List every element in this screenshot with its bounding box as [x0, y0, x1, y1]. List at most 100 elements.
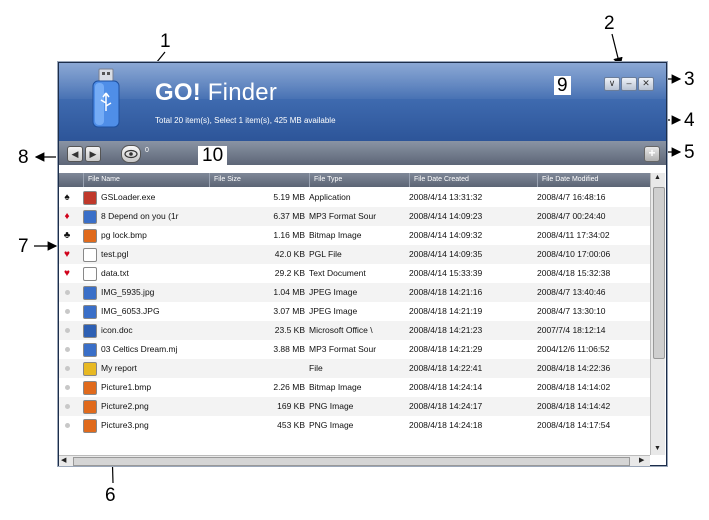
row-mark-icon[interactable] — [61, 359, 73, 378]
file-type-icon — [83, 267, 97, 281]
file-size: 29.2 KB — [274, 268, 305, 278]
dropdown-button[interactable]: ∨ — [604, 77, 620, 91]
row-mark-icon[interactable] — [61, 283, 73, 302]
callout-5: 5 — [684, 142, 695, 163]
file-date-created: 2008/4/18 14:24:17 — [409, 401, 483, 411]
column-header-file-name[interactable]: File Name — [83, 173, 209, 187]
file-size — [209, 359, 305, 378]
header-banner: GO! Finder Total 20 item(s), Select 1 it… — [59, 63, 666, 141]
file-date-modified: 2008/4/10 17:00:06 — [537, 249, 611, 259]
column-header-file-type[interactable]: File Type — [309, 173, 409, 187]
row-mark-icon[interactable] — [61, 378, 73, 397]
file-name: GSLoader.exe — [101, 192, 156, 202]
row-mark-icon[interactable]: ♥ — [61, 245, 73, 264]
file-size: 3.07 MB — [273, 306, 305, 316]
callout-1: 1 — [160, 31, 171, 52]
file-type-icon — [83, 286, 97, 300]
file-type-icon — [83, 381, 97, 395]
file-type-icon — [83, 210, 97, 224]
file-date-created: 2008/4/18 14:21:16 — [409, 287, 483, 297]
column-header-file-size[interactable]: File Size — [209, 173, 309, 187]
file-date-created: 2008/4/18 14:21:29 — [409, 344, 483, 354]
table-row[interactable]: ♣ pg lock.bmp 1.16 MB Bitmap Image 2008/4/14… — [59, 226, 650, 245]
file-type-icon — [83, 362, 97, 376]
column-header-date-created[interactable]: File Date Created — [409, 173, 537, 187]
table-row[interactable]: My report File 2008/4/18 14:22:41 2008/4/18… — [59, 359, 650, 378]
file-name: 03 Celtics Dream.mj — [101, 344, 178, 354]
file-type: Bitmap Image — [309, 230, 362, 240]
toolbar: ◀ ▶ 0 + — [59, 141, 666, 165]
horizontal-scrollbar[interactable]: ◀ ▶ — [59, 455, 650, 466]
row-mark-icon[interactable] — [61, 340, 73, 359]
view-eye-button[interactable] — [121, 145, 141, 163]
file-date-created: 2008/4/18 14:22:41 — [409, 363, 483, 373]
file-date-modified: 2008/4/7 00:24:40 — [537, 211, 606, 221]
file-size: 169 KB — [277, 401, 305, 411]
app-title: GO! Finder — [155, 79, 278, 106]
file-name: pg lock.bmp — [101, 230, 147, 240]
vertical-scrollbar[interactable]: ▲ ▼ — [650, 173, 665, 455]
scroll-right-icon[interactable]: ▶ — [639, 456, 644, 464]
back-button[interactable]: ◀ — [67, 146, 83, 162]
table-row[interactable]: ♥ data.txt 29.2 KB Text Document 2008/4/14 1… — [59, 264, 650, 283]
file-type: MP3 Format Sour — [309, 344, 377, 354]
scroll-up-icon[interactable]: ▲ — [654, 174, 661, 181]
row-mark-icon[interactable] — [61, 416, 73, 435]
table-row[interactable]: ♠ GSLoader.exe 5.19 MB Application 2008/4/14… — [59, 188, 650, 207]
file-date-created: 2008/4/14 14:09:32 — [409, 230, 483, 240]
row-mark-icon[interactable] — [61, 397, 73, 416]
table-row[interactable]: ♥ test.pgl 42.0 KB PGL File 2008/4/14 14:09:… — [59, 245, 650, 264]
scroll-down-icon[interactable]: ▼ — [654, 445, 661, 452]
file-size: 453 KB — [277, 420, 305, 430]
row-mark-icon[interactable]: ♦ — [61, 207, 73, 226]
minimize-button[interactable]: – — [621, 77, 637, 91]
file-size: 6.37 MB — [273, 211, 305, 221]
column-header-date-modified[interactable]: File Date Modified — [537, 173, 650, 187]
file-type: PNG Image — [309, 420, 354, 430]
file-type-icon — [83, 229, 97, 243]
row-mark-icon[interactable]: ♠ — [61, 188, 73, 207]
close-button[interactable]: ✕ — [638, 77, 654, 91]
file-type: MP3 Format Sour — [309, 211, 377, 221]
eye-icon — [124, 149, 138, 159]
file-date-created: 2008/4/14 15:33:39 — [409, 268, 483, 278]
file-date-modified: 2008/4/18 15:32:38 — [537, 268, 611, 278]
file-date-created: 2008/4/18 14:24:18 — [409, 420, 483, 430]
file-type-icon — [83, 343, 97, 357]
table-row[interactable]: IMG_6053.JPG 3.07 MB JPEG Image 2008/4/18 1… — [59, 302, 650, 321]
file-date-modified: 2008/4/7 16:48:16 — [537, 192, 606, 202]
forward-button[interactable]: ▶ — [85, 146, 101, 162]
file-type: Microsoft Office \ — [309, 325, 373, 335]
scroll-left-icon[interactable]: ◀ — [61, 456, 66, 464]
row-mark-icon[interactable] — [61, 302, 73, 321]
file-date-modified: 2008/4/18 14:14:02 — [537, 382, 611, 392]
file-name: IMG_6053.JPG — [101, 306, 160, 316]
callout-2: 2 — [604, 13, 615, 34]
callout-10: 10 — [198, 146, 228, 165]
add-button[interactable]: + — [644, 146, 660, 162]
horizontal-scroll-thumb[interactable] — [73, 457, 630, 466]
file-date-modified: 2008/4/7 13:40:46 — [537, 287, 606, 297]
file-type-icon — [83, 191, 97, 205]
file-date-created: 2008/4/18 14:21:23 — [409, 325, 483, 335]
file-type-icon — [83, 248, 97, 262]
file-type: File — [309, 363, 323, 373]
usb-drive-icon — [92, 68, 120, 128]
file-size: 1.04 MB — [273, 287, 305, 297]
row-mark-icon[interactable] — [61, 321, 73, 340]
vertical-scroll-thumb[interactable] — [653, 187, 665, 359]
table-row[interactable]: Picture2.png 169 KB PNG Image 2008/4/18 14:… — [59, 397, 650, 416]
table-row[interactable]: Picture3.png 453 KB PNG Image 2008/4/18 14:… — [59, 416, 650, 435]
table-row[interactable]: Picture1.bmp 2.26 MB Bitmap Image 2008/4/18… — [59, 378, 650, 397]
file-date-modified: 2004/12/6 11:06:52 — [537, 344, 610, 354]
table-row[interactable]: 03 Celtics Dream.mj 3.88 MB MP3 Format Sou… — [59, 340, 650, 359]
table-row[interactable]: IMG_5935.jpg 1.04 MB JPEG Image 2008/4/18 1… — [59, 283, 650, 302]
table-row[interactable]: icon.doc 23.5 KB Microsoft Office \ 2008/4/… — [59, 321, 650, 340]
row-mark-icon[interactable]: ♣ — [61, 226, 73, 245]
file-name: test.pgl — [101, 249, 129, 259]
row-mark-icon[interactable]: ♥ — [61, 264, 73, 283]
table-row[interactable]: ♦ 8 Depend on you (1r 6.37 MB MP3 Format So… — [59, 207, 650, 226]
file-list: ♠ GSLoader.exe 5.19 MB Application 2008/4/14… — [59, 187, 650, 455]
file-name: IMG_5935.jpg — [101, 287, 155, 297]
file-name: My report — [101, 363, 137, 373]
